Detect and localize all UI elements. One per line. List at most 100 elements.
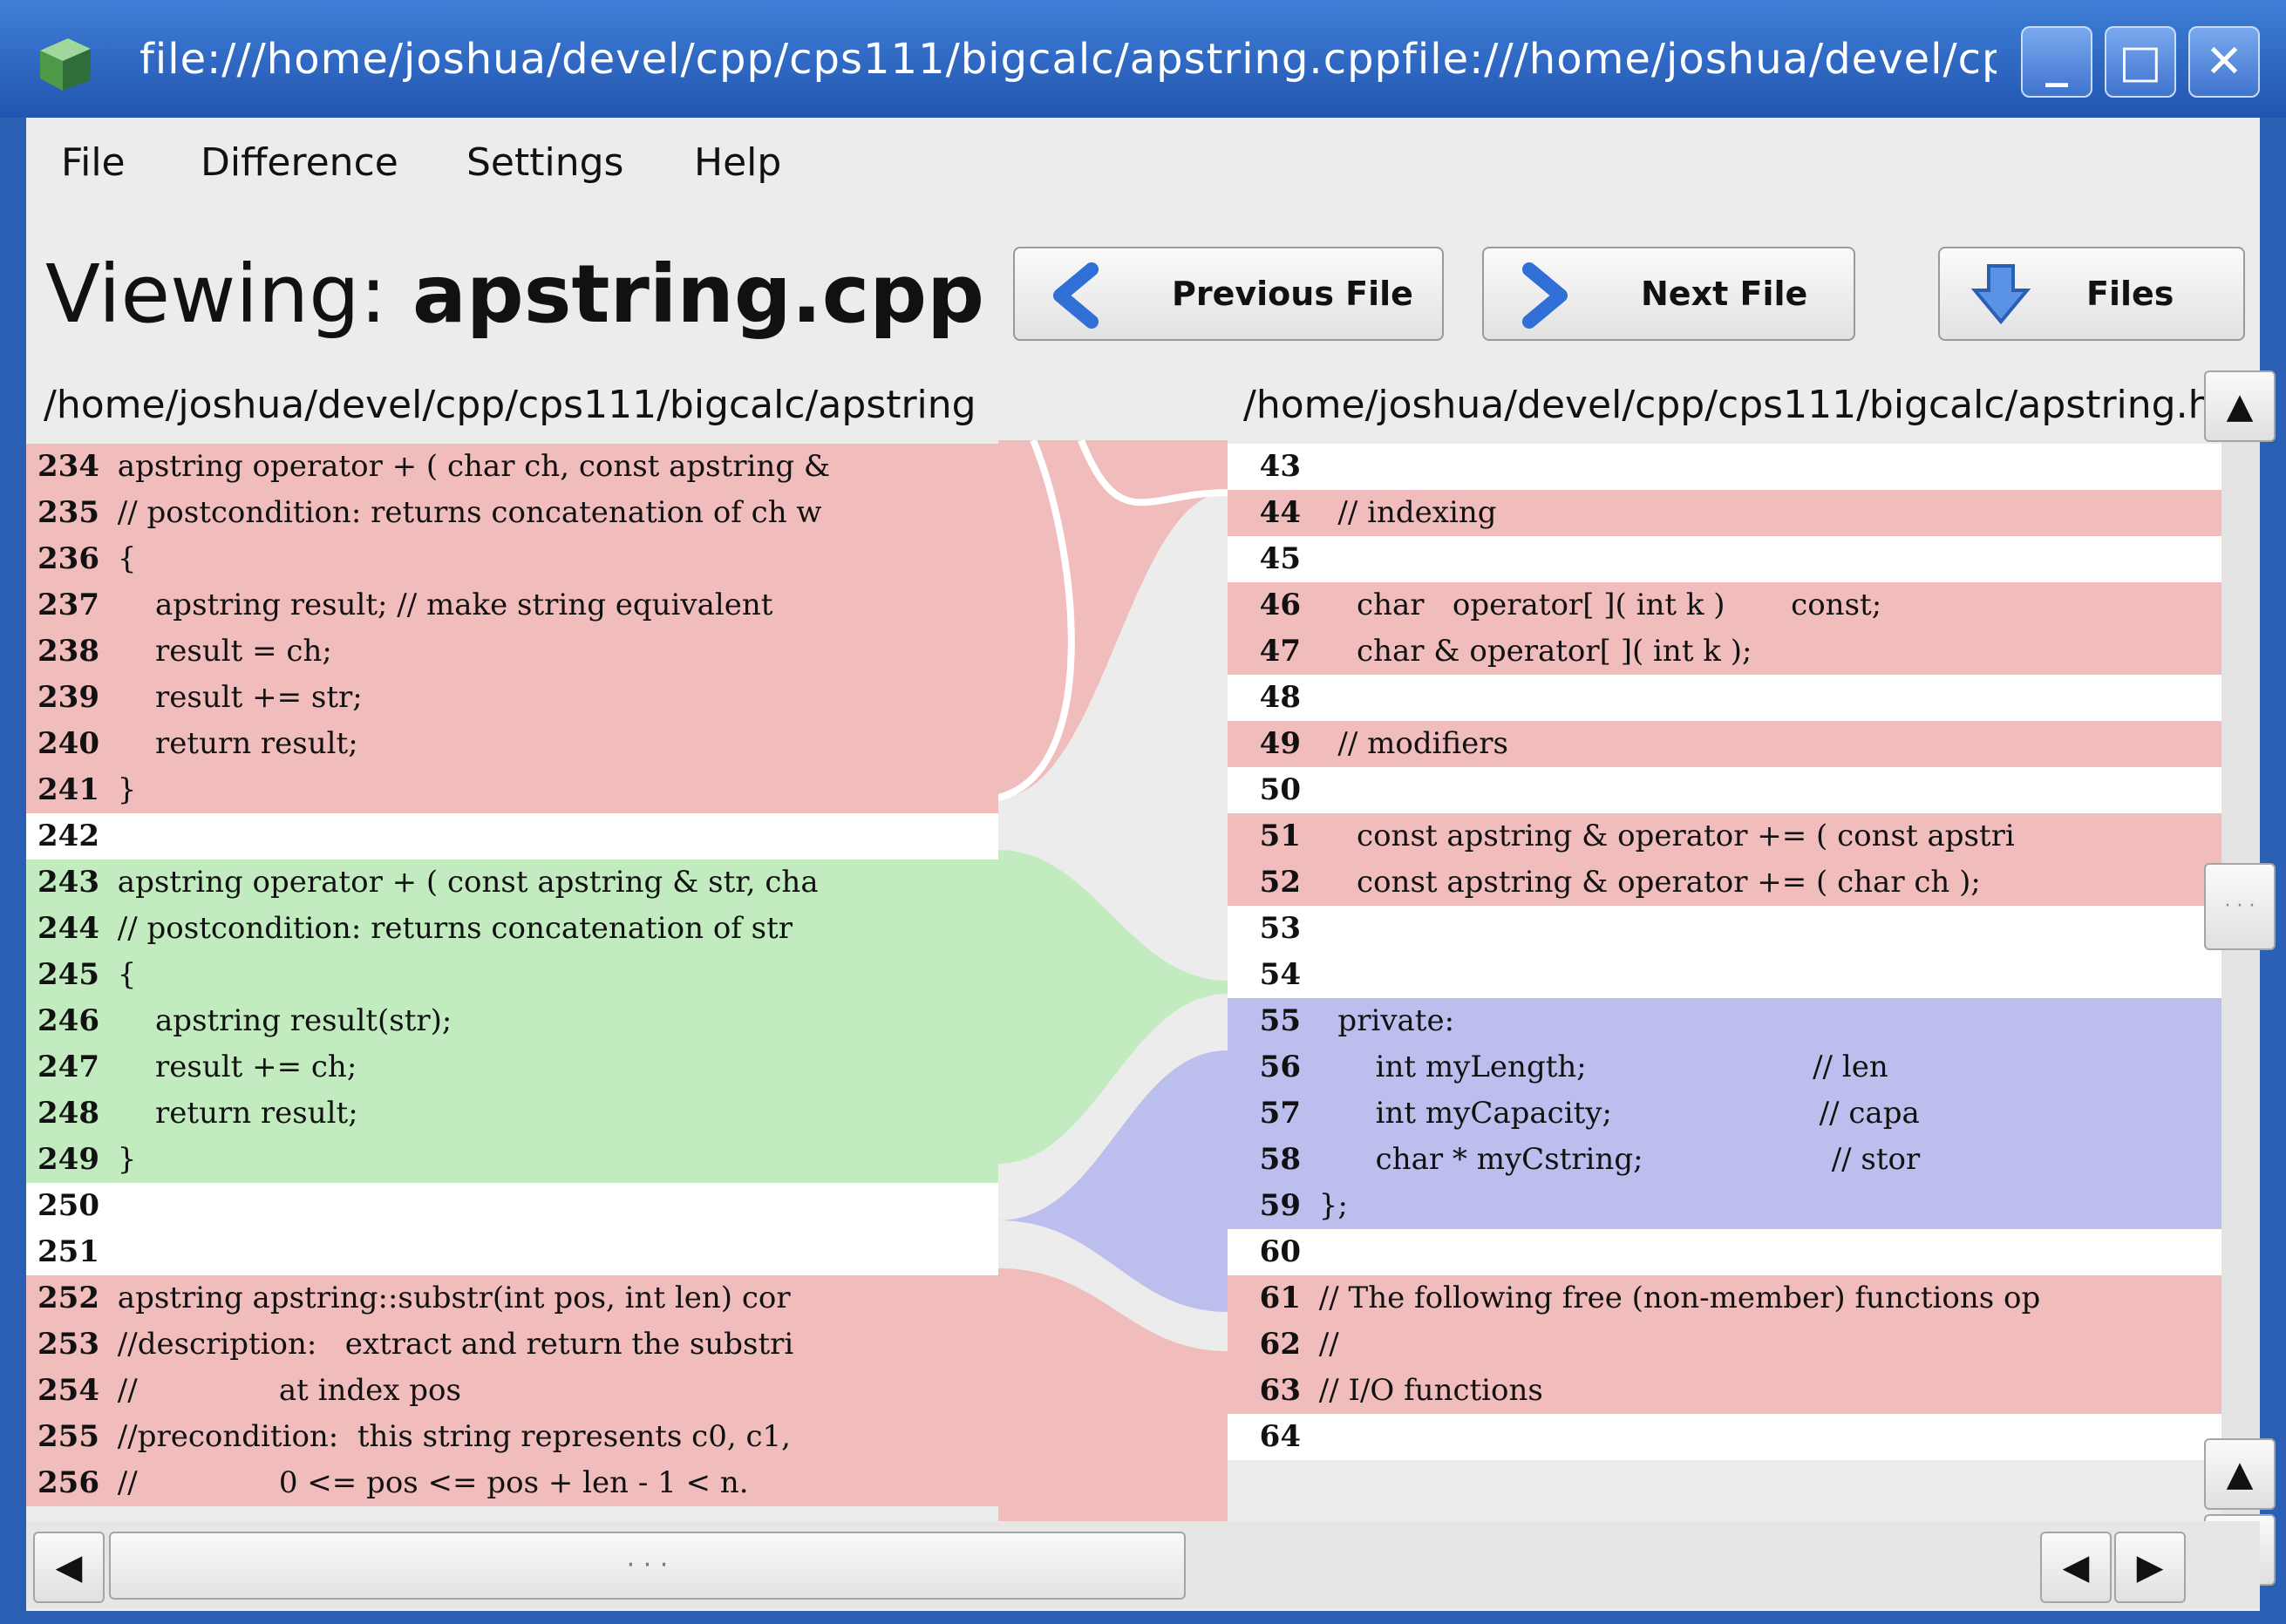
- line-number: 248: [37, 1096, 99, 1131]
- diff-line: 45: [1228, 536, 2221, 582]
- files-label: Files: [2086, 275, 2174, 313]
- line-text: result = ch;: [108, 634, 332, 669]
- horizontal-scrollbar[interactable]: ◀ · · · ◀ ▶: [26, 1521, 2260, 1608]
- line-number: 44: [1259, 495, 1301, 530]
- line-text: {: [108, 541, 137, 576]
- diff-line: 245 {: [26, 952, 998, 998]
- diff-line: 239 result += str;: [26, 675, 998, 721]
- vertical-scroll-thumb[interactable]: · · ·: [2204, 863, 2276, 950]
- line-number: 249: [37, 1142, 99, 1177]
- line-number: 243: [37, 865, 99, 900]
- line-number: 253: [37, 1327, 99, 1362]
- menu-bar: File Difference Settings Help: [26, 118, 2260, 209]
- diff-connector: [998, 440, 1228, 1569]
- right-file-path: /home/joshua/devel/cpp/cps111/bigcalc/ap…: [1243, 383, 2211, 427]
- line-number: 53: [1259, 911, 1301, 946]
- diff-line: 240 return result;: [26, 721, 998, 767]
- diff-line: 255 //precondition: this string represen…: [26, 1414, 998, 1460]
- line-text: // 0 <= pos <= pos + len - 1 < n.: [108, 1465, 749, 1500]
- scroll-left-button-right[interactable]: ◀: [2040, 1532, 2112, 1603]
- client-area: File Difference Settings Help Viewing: a…: [26, 118, 2276, 1611]
- line-text: }: [108, 1142, 137, 1177]
- line-text: char & operator[ ]( int k );: [1310, 634, 1752, 669]
- line-number: 250: [37, 1188, 99, 1223]
- line-text: return result;: [108, 1096, 358, 1131]
- line-number: 64: [1259, 1419, 1301, 1454]
- line-text: char * myCstring; // stor: [1310, 1142, 1921, 1177]
- scroll-up-top-button[interactable]: ▲: [2204, 370, 2276, 442]
- line-text: apstring apstring::substr(int pos, int l…: [108, 1281, 791, 1315]
- line-number: 247: [37, 1050, 99, 1084]
- window-title: file:///home/joshua/devel/cpp/cps111/big…: [139, 35, 1997, 84]
- next-file-button[interactable]: Next File: [1482, 247, 1855, 341]
- diff-line: 49 // modifiers: [1228, 721, 2221, 767]
- close-button[interactable]: ✕: [2188, 26, 2260, 98]
- menu-settings[interactable]: Settings: [466, 137, 623, 189]
- diff-line: 52 const apstring & operator += ( char c…: [1228, 860, 2221, 906]
- line-number: 251: [37, 1234, 99, 1269]
- diff-line: 247 result += ch;: [26, 1044, 998, 1091]
- line-text: //description: extract and return the su…: [108, 1327, 794, 1362]
- line-text: // The following free (non-member) funct…: [1310, 1281, 2041, 1315]
- line-number: 246: [37, 1003, 99, 1038]
- application-window: file:///home/joshua/devel/cpp/cps111/big…: [0, 0, 2286, 1624]
- line-text: // modifiers: [1310, 726, 1508, 761]
- line-number: 46: [1259, 588, 1301, 622]
- diff-line: 236 {: [26, 536, 998, 582]
- viewing-title: Viewing: apstring.cpp: [45, 247, 984, 343]
- scroll-up-button[interactable]: ▲: [2204, 1438, 2276, 1510]
- line-number: 237: [37, 588, 99, 622]
- diff-line: 235 // postcondition: returns concatenat…: [26, 490, 998, 536]
- title-bar[interactable]: file:///home/joshua/devel/cpp/cps111/big…: [0, 0, 2286, 118]
- viewing-filename: apstring.cpp: [412, 248, 984, 341]
- diff-line: 54: [1228, 952, 2221, 998]
- diff-line: 58 char * myCstring; // stor: [1228, 1137, 2221, 1183]
- diff-line: 237 apstring result; // make string equi…: [26, 582, 998, 629]
- menu-difference[interactable]: Difference: [201, 137, 398, 189]
- right-diff-pane[interactable]: 43 44 // indexing 45 46 char operator[ ]( i…: [1228, 440, 2221, 1569]
- menu-file[interactable]: File: [61, 137, 126, 189]
- maximize-button[interactable]: □: [2105, 26, 2176, 98]
- diff-line: 241 }: [26, 767, 998, 813]
- diff-line: 63 // I/O functions: [1228, 1368, 2221, 1414]
- line-number: 244: [37, 911, 99, 946]
- diff-line: 248 return result;: [26, 1091, 998, 1137]
- line-number: 51: [1259, 819, 1301, 853]
- line-text: private:: [1310, 1003, 1455, 1038]
- left-diff-pane[interactable]: 234 apstring operator + ( char ch, const…: [26, 440, 998, 1569]
- line-text: //precondition: this string represents c…: [108, 1419, 791, 1454]
- diff-line: 50: [1228, 767, 2221, 813]
- line-number: 252: [37, 1281, 99, 1315]
- line-number: 62: [1259, 1327, 1301, 1362]
- line-number: 239: [37, 680, 99, 715]
- previous-file-button[interactable]: Previous File: [1013, 247, 1444, 341]
- scroll-left-button[interactable]: ◀: [33, 1532, 105, 1603]
- diff-line: 61 // The following free (non-member) fu…: [1228, 1275, 2221, 1322]
- line-number: 242: [37, 819, 99, 853]
- line-text: result += str;: [108, 680, 363, 715]
- menu-help[interactable]: Help: [694, 137, 781, 189]
- vertical-scrollbar[interactable]: ▲ · · · ▲ ▼: [2204, 370, 2276, 1608]
- line-number: 43: [1259, 449, 1301, 484]
- line-number: 45: [1259, 541, 1301, 576]
- files-button[interactable]: Files: [1938, 247, 2245, 341]
- line-text: // indexing: [1310, 495, 1497, 530]
- viewing-prefix: Viewing:: [45, 248, 412, 341]
- line-number: 240: [37, 726, 99, 761]
- diff-line: 246 apstring result(str);: [26, 998, 998, 1044]
- line-text: apstring result(str);: [108, 1003, 452, 1038]
- diff-line: 44 // indexing: [1228, 490, 2221, 536]
- line-number: 61: [1259, 1281, 1301, 1315]
- line-number: 59: [1259, 1188, 1301, 1223]
- horizontal-scroll-thumb[interactable]: · · ·: [109, 1532, 1186, 1600]
- diff-line: 244 // postcondition: returns concatenat…: [26, 906, 998, 952]
- minimize-button[interactable]: _: [2021, 26, 2092, 98]
- diff-line: 251: [26, 1229, 998, 1275]
- line-number: 241: [37, 772, 99, 807]
- next-file-label: Next File: [1641, 275, 1808, 313]
- line-number: 54: [1259, 957, 1301, 992]
- line-number: 56: [1259, 1050, 1301, 1084]
- previous-file-label: Previous File: [1172, 275, 1413, 313]
- diff-line: 51 const apstring & operator += ( const …: [1228, 813, 2221, 860]
- scroll-right-button[interactable]: ▶: [2114, 1532, 2186, 1603]
